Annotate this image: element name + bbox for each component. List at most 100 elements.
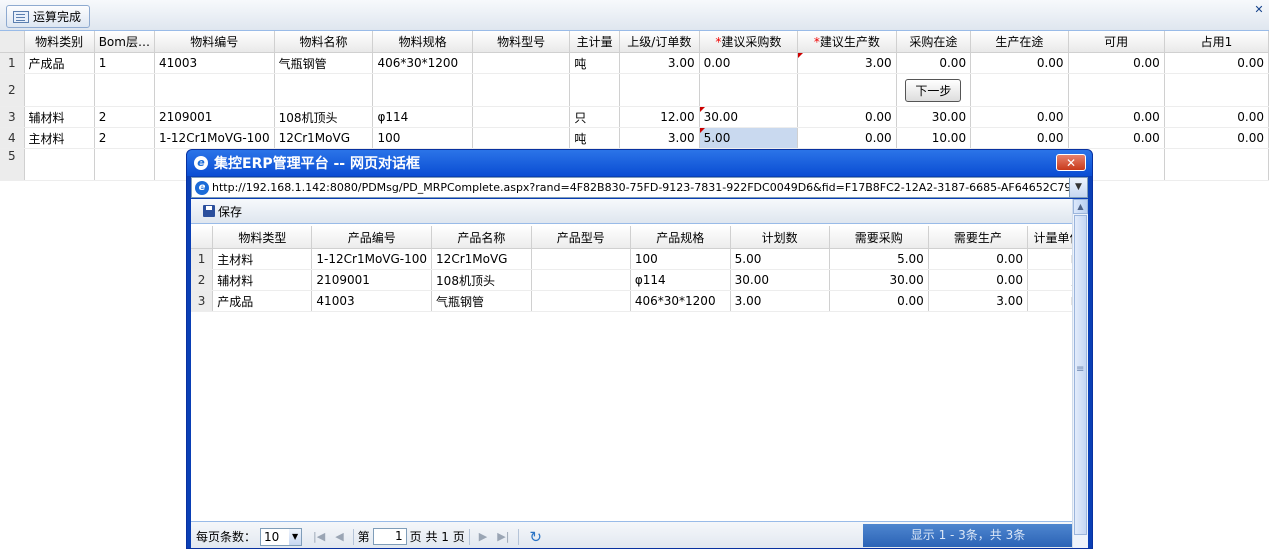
cell[interactable]: 30.00 xyxy=(829,269,929,291)
cell[interactable]: 41003 xyxy=(154,52,275,74)
chevron-down-icon[interactable]: ▼ xyxy=(1069,178,1087,197)
cell[interactable] xyxy=(531,269,631,291)
cell[interactable]: 30.00 xyxy=(896,106,972,128)
col-header[interactable]: 需要生产 xyxy=(928,226,1029,249)
col-header[interactable]: 占用1 xyxy=(1164,31,1269,53)
col-header[interactable]: 物料型号 xyxy=(472,31,571,53)
cell[interactable]: 只 xyxy=(569,106,621,128)
cell[interactable]: 气瓶钢管 xyxy=(274,52,374,74)
cell[interactable] xyxy=(1068,73,1165,107)
cell[interactable]: 吨 xyxy=(569,127,621,149)
col-header[interactable]: 上级/订单数 xyxy=(619,31,700,53)
cell[interactable]: 0.00 xyxy=(970,127,1069,149)
cell[interactable]: 气瓶钢管 xyxy=(431,290,532,312)
cell[interactable] xyxy=(472,106,571,128)
compute-complete-button[interactable]: 运算完成 xyxy=(6,5,91,28)
cell[interactable]: 0.00 xyxy=(1068,106,1165,128)
col-header[interactable]: 产品名称 xyxy=(431,226,532,249)
col-header-suggest-purchase[interactable]: *建议采购数 xyxy=(699,31,799,53)
cell[interactable] xyxy=(531,248,631,270)
table-row[interactable]: 4 主材料 2 1-12Cr1MoVG-100 12Cr1MoVG 100 吨 … xyxy=(0,127,1269,149)
cell[interactable]: 100 xyxy=(372,127,473,149)
col-header[interactable]: 计划数 xyxy=(730,226,830,249)
col-header[interactable]: 可用 xyxy=(1068,31,1165,53)
last-page-icon[interactable]: ▶| xyxy=(497,530,509,543)
cell[interactable] xyxy=(472,52,571,74)
save-button[interactable]: 保存 xyxy=(203,203,242,220)
cell[interactable]: 2109001 xyxy=(154,106,275,128)
next-step-button[interactable]: 下一步 xyxy=(905,78,962,102)
cell[interactable]: 12.00 xyxy=(619,106,700,128)
cell[interactable] xyxy=(372,73,473,107)
col-header[interactable]: Bom层… xyxy=(94,31,155,53)
next-page-icon[interactable]: ▶ xyxy=(479,530,487,543)
cell[interactable]: 10.00 xyxy=(896,127,972,149)
cell[interactable]: 108机顶头 xyxy=(431,269,532,291)
table-row[interactable]: 1 产成品 1 41003 气瓶钢管 406*30*1200 吨 3.00 0.… xyxy=(0,52,1269,74)
cell[interactable]: φ114 xyxy=(630,269,731,291)
cell[interactable]: 0.00 xyxy=(1068,127,1165,149)
cell[interactable] xyxy=(274,73,374,107)
col-header[interactable]: 需要采购 xyxy=(829,226,929,249)
cell[interactable]: 辅材料 xyxy=(212,269,313,291)
col-header[interactable]: 产品型号 xyxy=(531,226,631,249)
cell[interactable] xyxy=(472,73,571,107)
dialog-titlebar[interactable]: e 集控ERP管理平台 -- 网页对话框 ✕ xyxy=(187,150,1092,176)
col-header[interactable]: 产品规格 xyxy=(630,226,731,249)
col-header[interactable]: 物料名称 xyxy=(274,31,374,53)
cell[interactable]: 12Cr1MoVG xyxy=(431,248,532,270)
table-row[interactable]: 1 主材料 1-12Cr1MoVG-100 12Cr1MoVG 100 5.00… xyxy=(191,248,1088,270)
cell[interactable]: 12Cr1MoVG xyxy=(274,127,374,149)
cell[interactable]: 0.00 xyxy=(829,290,929,312)
col-header[interactable]: 物料类型 xyxy=(212,226,313,249)
col-header[interactable]: 主计量 xyxy=(569,31,621,53)
col-header[interactable]: 物料类别 xyxy=(24,31,95,53)
page-size-select[interactable]: 10 ▼ xyxy=(260,527,303,546)
cell[interactable]: 406*30*1200 xyxy=(630,290,731,312)
cell[interactable]: 主材料 xyxy=(24,127,95,149)
col-header[interactable]: 产品编号 xyxy=(311,226,433,249)
cell[interactable]: 1 xyxy=(94,52,155,74)
cell[interactable]: 0.00 xyxy=(970,52,1069,74)
col-header[interactable]: 采购在途 xyxy=(896,31,972,53)
cell[interactable] xyxy=(94,73,155,107)
cell[interactable]: 0.00 xyxy=(896,52,972,74)
cell[interactable] xyxy=(970,73,1069,107)
cell[interactable]: 2 xyxy=(94,106,155,128)
cell[interactable]: 100 xyxy=(630,248,731,270)
cell[interactable]: 0.00 xyxy=(1068,52,1165,74)
cell[interactable]: 0.00 xyxy=(699,52,799,74)
cell[interactable]: 3.00 xyxy=(928,290,1029,312)
prev-page-icon[interactable]: ◀ xyxy=(335,530,343,543)
cell[interactable]: 0.00 xyxy=(1164,52,1269,74)
cell[interactable] xyxy=(1164,73,1269,107)
cell[interactable]: 0.00 xyxy=(1164,106,1269,128)
cell[interactable] xyxy=(699,73,799,107)
cell-selected[interactable]: 5.00 xyxy=(699,127,799,149)
cell[interactable]: 0.00 xyxy=(797,127,897,149)
table-row[interactable]: 3 辅材料 2 2109001 108机顶头 φ114 只 12.00 30.0… xyxy=(0,106,1269,128)
col-header[interactable]: 物料规格 xyxy=(372,31,473,53)
table-row[interactable]: 2 下一步 xyxy=(0,73,1269,107)
cell[interactable]: 吨 xyxy=(569,52,621,74)
cell[interactable] xyxy=(531,290,631,312)
cell[interactable]: 3.00 xyxy=(619,52,700,74)
cell[interactable] xyxy=(619,73,700,107)
cell[interactable]: 30.00 xyxy=(699,106,799,128)
cell[interactable] xyxy=(154,73,275,107)
cell[interactable]: φ114 xyxy=(372,106,473,128)
cell[interactable]: 1-12Cr1MoVG-100 xyxy=(154,127,275,149)
cell[interactable]: 30.00 xyxy=(730,269,830,291)
page-number-input[interactable]: 1 xyxy=(372,528,407,545)
cell[interactable]: 41003 xyxy=(311,290,433,312)
cell[interactable]: 5.00 xyxy=(730,248,830,270)
cell[interactable]: 406*30*1200 xyxy=(372,52,473,74)
cell[interactable]: 3.00 xyxy=(797,52,897,74)
collapse-icon[interactable]: ✕ xyxy=(1253,4,1265,16)
col-header[interactable]: 生产在途 xyxy=(970,31,1069,53)
cell[interactable]: 辅材料 xyxy=(24,106,95,128)
table-row[interactable]: 2 辅材料 2109001 108机顶头 φ114 30.00 30.00 0.… xyxy=(191,269,1088,291)
table-row[interactable]: 3 产成品 41003 气瓶钢管 406*30*1200 3.00 0.00 3… xyxy=(191,290,1088,312)
scroll-thumb[interactable] xyxy=(1074,215,1087,535)
cell[interactable]: 0.00 xyxy=(797,106,897,128)
